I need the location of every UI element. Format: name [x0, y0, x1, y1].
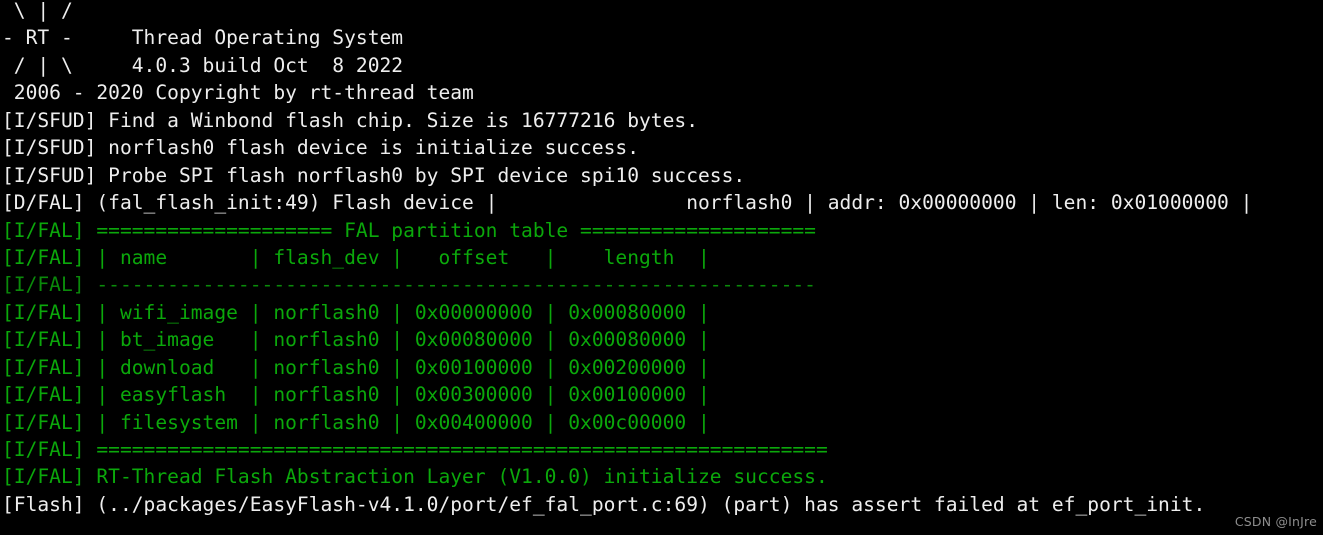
log-line-fal-flash-init: [D/FAL] (fal_flash_init:49) Flash device…: [2, 191, 1253, 215]
table-row: [I/FAL] | bt_image | norflash0 | 0x00080…: [2, 328, 710, 352]
log-line-sfud-chip: [I/SFUD] Find a Winbond flash chip. Size…: [2, 108, 698, 132]
table-row: [I/FAL] | easyflash | norflash0 | 0x0030…: [2, 383, 710, 407]
table-row: [I/FAL] | download | norflash0 | 0x00100…: [2, 355, 710, 379]
log-line-flash-assert: [Flash] (../packages/EasyFlash-v4.1.0/po…: [2, 492, 1206, 516]
table-row: [I/FAL] | filesystem | norflash0 | 0x004…: [2, 410, 710, 434]
table-row: [I/FAL] | wifi_image | norflash0 | 0x000…: [2, 300, 710, 324]
log-line-sfud-init: [I/SFUD] norflash0 flash device is initi…: [2, 136, 640, 160]
banner-line-3: / | \ 4.0.3 build Oct 8 2022: [2, 53, 404, 77]
partition-table-footer: [I/FAL] ================================…: [2, 438, 828, 461]
banner-line-2: - RT - Thread Operating System: [2, 26, 404, 50]
banner-line-4: 2006 - 2020 Copyright by rt-thread team: [2, 81, 474, 105]
log-line-sfud-probe: [I/SFUD] Probe SPI flash norflash0 by SP…: [2, 163, 746, 187]
banner-line-1: \ | /: [2, 0, 73, 22]
partition-table-header: [I/FAL] | name | flash_dev | offset | le…: [2, 245, 710, 269]
log-line-fal-success: [I/FAL] RT-Thread Flash Abstraction Laye…: [2, 465, 828, 489]
terminal-window[interactable]: \ | / - RT - Thread Operating System / |…: [0, 0, 1323, 535]
partition-table-title: [I/FAL] ==================== FAL partiti…: [2, 218, 816, 242]
partition-table-divider: [I/FAL] --------------------------------…: [2, 273, 816, 297]
